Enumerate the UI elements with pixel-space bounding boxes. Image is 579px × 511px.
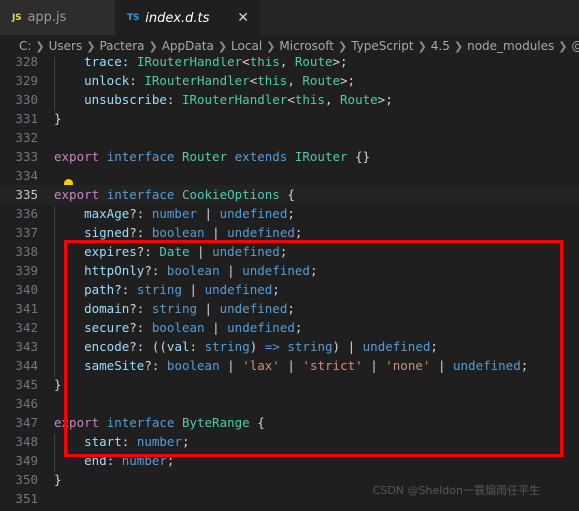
tab-label-app-js: app.js [27, 10, 67, 25]
code-line[interactable]: 335 export interface CookieOptions { [0, 185, 579, 204]
code-line[interactable]: 340 path?: string | undefined; [0, 280, 579, 301]
line-number: 350 [15, 472, 38, 487]
code-line[interactable]: 332 [0, 128, 579, 147]
breadcrumb-separator-icon: ❯ [35, 39, 45, 53]
breadcrumb-item[interactable]: node_modules [467, 39, 554, 53]
code-line[interactable]: 348 start: number; [0, 432, 579, 453]
code-line[interactable]: 329 unlock: IRouterHandler<this, Route>; [0, 71, 579, 92]
line-number: 346 [15, 396, 38, 411]
line-number: 343 [15, 339, 38, 354]
code-line-text: encode?: ((val: string) => string) | und… [52, 339, 579, 358]
line-number: 332 [15, 130, 38, 145]
tab-label-index-d-ts: index.d.ts [145, 10, 210, 26]
line-number: 337 [15, 225, 38, 240]
line-number: 338 [15, 244, 38, 259]
breadcrumb-item[interactable]: TypeScript [351, 39, 413, 53]
code-line[interactable]: 341 domain?: string | undefined; [0, 299, 579, 320]
code-line[interactable]: 330 unsubscribe: IRouterHandler<this, Ro… [0, 90, 579, 111]
code-line[interactable]: 339 httpOnly?: boolean | undefined; [0, 261, 579, 282]
breadcrumb-item[interactable]: Microsoft [279, 39, 334, 53]
code-line[interactable]: 333 export interface Router extends IRout… [0, 147, 579, 166]
vscode-window: JS app.js TS index.d.ts ✕ C: ❯ Users ❯ Pacte… [0, 0, 579, 511]
tab-index-d-ts[interactable]: TS index.d.ts ✕ [115, 0, 260, 35]
breadcrumb-item[interactable]: Pactera [99, 39, 144, 53]
breadcrumb-separator-icon: ❯ [453, 39, 464, 53]
breadcrumb[interactable]: C: ❯ Users ❯ Pactera ❯ AppData ❯ Local ❯ Microsoft… [0, 35, 579, 57]
code-line[interactable]: 331} [0, 109, 579, 128]
code-line-text: export interface ByteRange { [54, 415, 265, 430]
line-number: 351 [15, 491, 38, 506]
code-line-text: trace: IRouterHandler<this, Route>; [52, 57, 579, 73]
breadcrumb-separator-icon: ❯ [558, 39, 568, 53]
code-line[interactable]: 336 maxAge?: number | undefined; [0, 204, 579, 225]
code-line[interactable]: 346 [0, 394, 579, 413]
code-line-text: sameSite?: boolean | 'lax' | 'strict' | … [52, 358, 579, 377]
line-number: 344 [15, 358, 38, 373]
code-line-text: domain?: string | undefined; [52, 301, 579, 320]
code-line-text: signed?: boolean | undefined; [52, 225, 579, 244]
breadcrumb-separator-icon: ❯ [266, 39, 276, 53]
line-number: 334 [15, 168, 38, 183]
breadcrumb-item[interactable]: Local [231, 39, 262, 53]
js-file-icon: JS [12, 12, 22, 23]
code-line[interactable]: 347 export interface ByteRange { [0, 413, 579, 432]
code-line-text: end: number; [52, 453, 579, 472]
code-line[interactable]: 342 secure?: boolean | undefined; [0, 318, 579, 339]
line-number: 341 [15, 301, 38, 316]
breadcrumb-separator-icon: ❯ [217, 39, 228, 53]
breadcrumb-item[interactable]: 4.5 [431, 39, 450, 53]
breadcrumb-separator-icon: ❯ [148, 39, 158, 53]
line-number: 333 [15, 149, 38, 164]
code-line-text: } [54, 111, 62, 126]
breadcrumb-item[interactable]: C: [19, 39, 31, 53]
watermark-text: CSDN @Sheldon一蓑烟雨任平生 [372, 484, 540, 497]
code-line[interactable]: 338 expires?: Date | undefined; [0, 242, 579, 263]
code-line-text: httpOnly?: boolean | undefined; [52, 263, 579, 282]
line-number: 336 [15, 206, 38, 221]
tab-app-js[interactable]: JS app.js [0, 0, 115, 35]
code-line[interactable]: 343 encode?: ((val: string) => string) |… [0, 337, 579, 358]
code-line[interactable]: 344 sameSite?: boolean | 'lax' | 'strict… [0, 356, 579, 377]
code-line-text: path?: string | undefined; [52, 282, 579, 301]
code-line-text: expires?: Date | undefined; [52, 244, 579, 263]
line-number: 335 [15, 187, 38, 202]
close-icon[interactable]: ✕ [231, 11, 249, 25]
breadcrumb-separator-icon: ❯ [337, 39, 348, 53]
code-line[interactable]: 345} [0, 375, 579, 394]
line-number: 348 [15, 434, 38, 449]
line-number: 345 [15, 377, 38, 392]
line-number: 331 [15, 111, 38, 126]
code-editor[interactable]: 328 trace: IRouterHandler<this, Route>; 3… [0, 57, 579, 511]
ts-file-icon: TS [127, 13, 140, 23]
line-number: 330 [15, 92, 38, 107]
code-line-text: } [54, 377, 62, 392]
line-number: 340 [15, 282, 38, 297]
line-number: 339 [15, 263, 38, 278]
line-number: 349 [15, 453, 38, 468]
code-line[interactable]: 328 trace: IRouterHandler<this, Route>; [0, 57, 579, 73]
editor-tab-bar: JS app.js TS index.d.ts ✕ [0, 0, 579, 35]
code-line-text: export interface CookieOptions { [54, 187, 295, 202]
code-line[interactable]: 337 signed?: boolean | undefined; [0, 223, 579, 244]
code-line-text: unlock: IRouterHandler<this, Route>; [52, 73, 579, 92]
code-line[interactable]: 334 [0, 166, 579, 190]
breadcrumb-separator-icon: ❯ [86, 39, 96, 53]
breadcrumb-item[interactable]: AppData [162, 39, 214, 53]
line-number: 347 [15, 415, 38, 430]
breadcrumb-separator-icon: ❯ [417, 39, 427, 53]
code-line[interactable]: 349 end: number; [0, 451, 579, 472]
code-line-text: start: number; [52, 434, 579, 453]
tab-bar-empty-space [260, 0, 579, 35]
code-line-text: secure?: boolean | undefined; [52, 320, 579, 339]
breadcrumb-item[interactable]: Users [49, 39, 83, 53]
line-number: 329 [15, 73, 38, 88]
code-line-text: unsubscribe: IRouterHandler<this, Route>… [52, 92, 579, 111]
line-number: 342 [15, 320, 38, 335]
code-line-text: maxAge?: number | undefined; [52, 206, 579, 225]
code-line-text: export interface Router extends IRouter … [54, 149, 371, 164]
line-number: 328 [15, 57, 38, 69]
breadcrumb-item[interactable]: @types [572, 39, 579, 53]
